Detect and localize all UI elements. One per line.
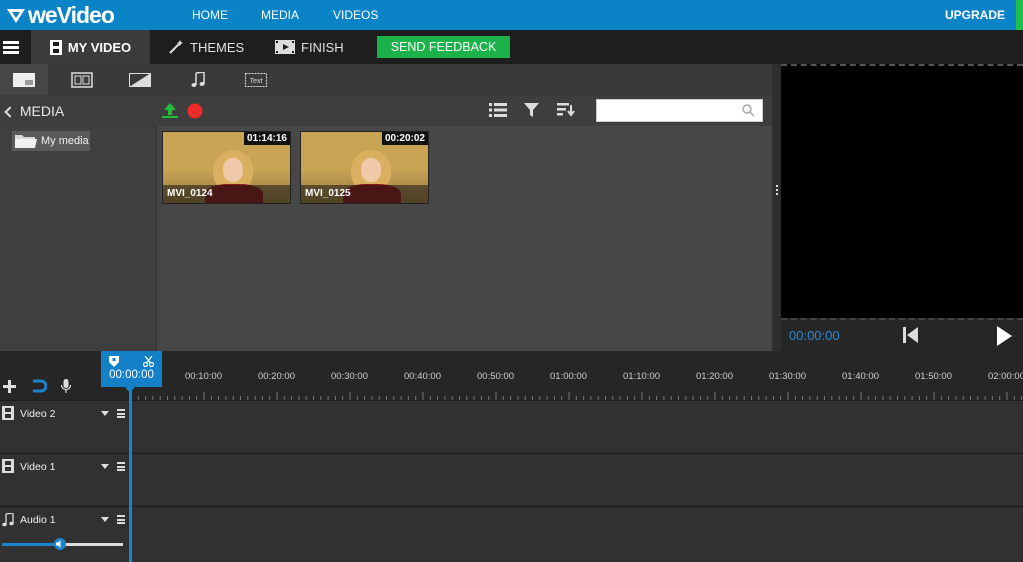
editor-menu-bar	[0, 30, 1023, 64]
magnet-snap-icon[interactable]	[31, 379, 47, 393]
text-tab-glyph: Text	[250, 78, 264, 85]
sort-icon[interactable]	[557, 103, 575, 117]
effects-tab-icon	[129, 72, 151, 87]
tab-themes-label: THEMES	[190, 39, 245, 55]
magic-wand-icon	[169, 40, 183, 54]
library-tab-effects[interactable]	[116, 64, 164, 95]
music-note-icon	[2, 513, 14, 527]
media-tab-icon	[13, 72, 35, 87]
film-strip-icon	[49, 39, 62, 55]
tab-my-video[interactable]: MY VIDEO	[31, 30, 150, 64]
microphone-icon[interactable]	[61, 379, 71, 393]
track-menu-icon[interactable]	[117, 409, 125, 420]
chevron-down-icon[interactable]	[101, 411, 109, 416]
tab-my-video-label: MY VIDEO	[67, 39, 132, 55]
chevron-down-icon[interactable]	[101, 464, 109, 469]
folder-tree	[0, 126, 157, 351]
play-icon[interactable]	[997, 326, 1012, 346]
media-search-input[interactable]	[596, 99, 763, 122]
logo-icon	[7, 9, 25, 23]
track-video-1[interactable]	[0, 453, 1023, 505]
time-ruler[interactable]	[131, 392, 1023, 400]
media-header-label: MEDIA	[19, 103, 65, 119]
library-tab-text[interactable]: Text	[232, 64, 280, 95]
media-back-link[interactable]: MEDIA	[4, 103, 65, 119]
track-name: Audio 1	[20, 514, 56, 526]
track-menu-icon[interactable]	[117, 515, 125, 526]
tab-finish-label: FINISH	[301, 39, 344, 55]
film-track-icon	[2, 459, 14, 473]
media-name: MVI_0125	[301, 185, 428, 203]
library-tab-media[interactable]	[0, 64, 48, 95]
nav-videos[interactable]: VIDEOS	[333, 8, 378, 22]
ruler-tick-label: 01:50:00	[915, 371, 952, 382]
transitions-tab-icon	[71, 71, 93, 88]
video-preview	[781, 64, 1023, 318]
media-item[interactable]: 01:14:16 MVI_0124	[162, 131, 291, 204]
media-item[interactable]: 00:20:02 MVI_0125	[300, 131, 429, 204]
folder-label: My media	[41, 135, 89, 147]
ruler-tick-label: 00:50:00	[477, 371, 514, 382]
tab-themes[interactable]: THEMES	[168, 30, 244, 64]
scissors-icon[interactable]	[143, 356, 154, 367]
ruler-tick-label: 00:40:00	[404, 371, 441, 382]
music-tab-icon	[191, 71, 205, 87]
media-duration: 01:14:16	[243, 132, 290, 145]
chevron-left-icon	[4, 106, 16, 118]
skip-to-start-icon[interactable]	[903, 327, 918, 343]
clapperboard-icon	[275, 40, 295, 54]
nav-media[interactable]: MEDIA	[261, 8, 299, 22]
ruler-tick-label: 02:00:00	[988, 371, 1023, 382]
chevron-down-icon[interactable]	[101, 517, 109, 522]
folder-icon	[15, 135, 37, 148]
panel-resize-handle[interactable]	[772, 64, 781, 351]
ruler-tick-label: 00:20:00	[258, 371, 295, 382]
text-tab-icon: Text	[245, 72, 267, 87]
ruler-tick-label: 01:00:00	[550, 371, 587, 382]
top-bar-accent	[1016, 0, 1023, 30]
library-tab-music[interactable]	[174, 64, 222, 95]
hamburger-menu-icon[interactable]	[3, 41, 19, 54]
track-video-2[interactable]	[0, 400, 1023, 452]
search-icon[interactable]	[742, 104, 755, 117]
preview-time: 00:00:00	[789, 328, 840, 343]
wevideo-logo[interactable]: weVideo	[6, 2, 115, 29]
playhead-line	[129, 387, 132, 562]
add-track-icon[interactable]	[3, 380, 16, 393]
playhead-time: 00:00:00	[109, 369, 154, 381]
drag-handle-icon[interactable]	[776, 185, 778, 197]
track-menu-icon[interactable]	[117, 462, 125, 473]
folder-my-media[interactable]: My media	[12, 131, 90, 151]
ruler-tick-label: 01:30:00	[769, 371, 806, 382]
media-name: MVI_0124	[163, 185, 290, 203]
track-audio-1[interactable]	[0, 506, 1023, 562]
film-track-icon	[2, 406, 14, 420]
logo-text: weVideo	[28, 2, 115, 28]
upgrade-button[interactable]: UPGRADE	[945, 8, 1005, 22]
record-icon[interactable]	[187, 103, 203, 119]
ruler-tick-label: 00:30:00	[331, 371, 368, 382]
library-tab-transitions[interactable]	[58, 64, 106, 95]
upload-icon[interactable]	[161, 102, 179, 118]
ruler-tick-label: 01:40:00	[842, 371, 879, 382]
track-name: Video 2	[20, 408, 56, 420]
volume-knob-icon[interactable]	[54, 538, 66, 550]
tab-finish[interactable]: FINISH	[275, 30, 344, 64]
send-feedback-button[interactable]: SEND FEEDBACK	[377, 36, 510, 58]
list-view-icon[interactable]	[489, 103, 507, 117]
ruler-tick-label: 01:20:00	[696, 371, 733, 382]
media-duration: 00:20:02	[381, 132, 428, 145]
ruler-tick-label: 00:10:00	[185, 371, 222, 382]
ruler-tick-label: 01:10:00	[623, 371, 660, 382]
filter-icon[interactable]	[524, 103, 539, 117]
marker-icon[interactable]	[109, 356, 119, 367]
audio-volume-fill	[2, 543, 60, 546]
track-name: Video 1	[20, 461, 56, 473]
top-bar	[0, 0, 1023, 30]
nav-home[interactable]: HOME	[192, 8, 228, 22]
